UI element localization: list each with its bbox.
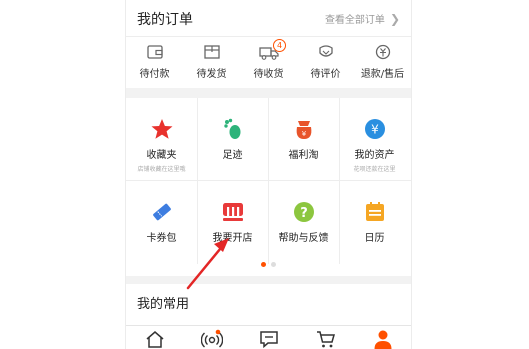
annotation-arrow-icon [186, 238, 229, 290]
